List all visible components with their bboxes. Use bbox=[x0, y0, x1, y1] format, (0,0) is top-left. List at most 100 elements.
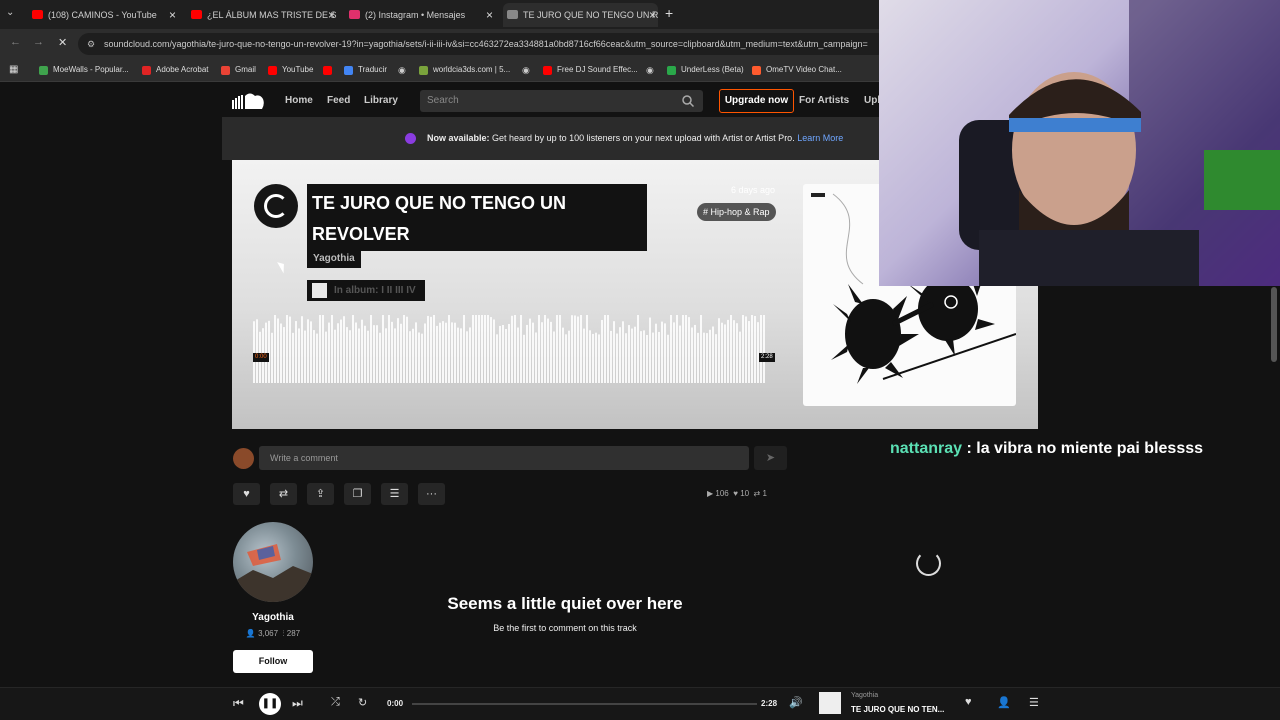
chat-message: nattanray : la vibra no miente pai bless… bbox=[890, 440, 1203, 458]
follow-button[interactable]: Follow bbox=[233, 650, 313, 673]
moewalls-icon bbox=[39, 66, 48, 75]
waveform-bar bbox=[334, 329, 336, 383]
waveform-bar bbox=[748, 321, 750, 383]
user-avatar[interactable] bbox=[233, 448, 254, 469]
tab-soundcloud[interactable]: TE JURO QUE NO TENGO UN R × bbox=[503, 3, 658, 27]
followers-count[interactable]: 3,067 bbox=[258, 629, 278, 638]
waveform-bar bbox=[589, 330, 591, 383]
genre-tag[interactable]: # Hip-hop & Rap bbox=[697, 203, 776, 221]
follow-user-icon[interactable]: 👤 bbox=[997, 696, 1011, 709]
album-thumb bbox=[312, 283, 327, 298]
tab-search-chevron-icon[interactable]: ⌄ bbox=[6, 7, 14, 18]
close-icon[interactable]: × bbox=[328, 3, 335, 27]
bookmark-ometv[interactable]: OmeTV Video Chat... bbox=[752, 59, 842, 81]
close-icon[interactable]: × bbox=[169, 3, 176, 27]
progress-bar[interactable] bbox=[412, 703, 757, 705]
now-playing-title[interactable]: TE JURO QUE NO TEN... bbox=[851, 705, 944, 714]
more-icon: ··· bbox=[426, 488, 437, 500]
waveform-bar bbox=[499, 325, 501, 383]
bookmark-worldcia3ds[interactable]: worldcia3ds.com | 5... bbox=[419, 59, 510, 81]
waveform-bar bbox=[706, 333, 708, 383]
send-icon[interactable]: ➤ bbox=[754, 446, 787, 470]
close-icon[interactable]: × bbox=[649, 3, 656, 27]
search-icon[interactable] bbox=[682, 95, 694, 107]
heart-icon[interactable]: ♥ bbox=[965, 696, 972, 708]
waveform-bar bbox=[682, 315, 684, 383]
tab-caminos-youtube[interactable]: (108) CAMINOS - YouTube × bbox=[28, 3, 178, 27]
url-field[interactable]: ⚙ soundcloud.com/yagothia/te-juro-que-no… bbox=[78, 33, 888, 55]
now-playing-artwork[interactable] bbox=[819, 692, 841, 714]
play-button[interactable] bbox=[254, 184, 298, 228]
waveform[interactable] bbox=[253, 315, 766, 383]
shuffle-icon[interactable]: ⤮ bbox=[331, 696, 340, 709]
waveform-bar bbox=[331, 315, 333, 383]
search-input[interactable]: Search bbox=[420, 90, 703, 112]
album-link[interactable]: In album: I II III IV bbox=[307, 280, 425, 301]
waveform-bar bbox=[607, 315, 609, 383]
tab-instagram[interactable]: (2) Instagram • Mensajes × bbox=[345, 3, 495, 27]
youtube-shortcut-icon[interactable] bbox=[323, 66, 332, 75]
back-icon[interactable]: ← bbox=[10, 36, 21, 48]
pause-button[interactable]: ❚❚ bbox=[259, 693, 281, 715]
learn-more-link[interactable]: Learn More bbox=[797, 133, 843, 143]
scrollbar[interactable] bbox=[1271, 287, 1277, 362]
nav-upload[interactable]: Upl bbox=[864, 95, 880, 106]
globe-icon[interactable]: ◉ bbox=[646, 59, 654, 81]
apps-grid-icon[interactable]: ▦ bbox=[9, 59, 18, 81]
bookmark-adobe-acrobat[interactable]: Adobe Acrobat bbox=[142, 59, 208, 81]
globe-icon[interactable]: ◉ bbox=[398, 59, 406, 81]
previous-icon[interactable]: ⏮ bbox=[233, 696, 244, 711]
waveform-bar bbox=[355, 322, 357, 383]
track-artist-link[interactable]: Yagothia bbox=[307, 249, 361, 268]
copy-link-button[interactable]: ❐ bbox=[344, 483, 371, 505]
site-info-icon[interactable]: ⚙ bbox=[87, 33, 95, 55]
artist-name[interactable]: Yagothia bbox=[233, 612, 313, 623]
waveform-bar bbox=[382, 315, 384, 383]
copy-link-icon: ❐ bbox=[352, 488, 363, 500]
artist-avatar[interactable] bbox=[233, 522, 313, 602]
more-button[interactable]: ··· bbox=[418, 483, 445, 505]
add-to-queue-button[interactable]: ☰ bbox=[381, 483, 408, 505]
new-tab-button[interactable]: + bbox=[665, 5, 673, 21]
forward-icon[interactable]: → bbox=[33, 36, 44, 48]
bookmark-youtube[interactable]: YouTube bbox=[268, 59, 313, 81]
upgrade-button[interactable]: Upgrade now bbox=[719, 89, 794, 113]
nav-home[interactable]: Home bbox=[285, 95, 313, 106]
waveform-bar bbox=[403, 315, 405, 383]
waveform-bar bbox=[619, 327, 621, 383]
nav-library[interactable]: Library bbox=[364, 95, 398, 106]
comment-input[interactable]: Write a comment bbox=[259, 446, 749, 470]
tab-album-youtube[interactable]: ¿EL ÁLBUM MAS TRISTE DE SUI × bbox=[187, 3, 337, 27]
bookmark-traducir[interactable]: Traducir bbox=[344, 59, 387, 81]
repost-icon: ⇄ bbox=[278, 488, 289, 500]
bookmark-moewalls[interactable]: MoeWalls - Popular... bbox=[39, 59, 129, 81]
next-icon[interactable]: ⏭ bbox=[292, 696, 303, 711]
now-playing-artist[interactable]: Yagothia bbox=[851, 692, 878, 699]
waveform-bar bbox=[598, 334, 600, 383]
like-button[interactable]: ♥ bbox=[233, 483, 260, 505]
waveform-bar bbox=[319, 315, 321, 383]
repost-button[interactable]: ⇄ bbox=[270, 483, 297, 505]
tab-label: (2) Instagram • Mensajes bbox=[365, 10, 466, 20]
soundcloud-logo-icon[interactable] bbox=[232, 92, 265, 110]
waveform-bar bbox=[391, 321, 393, 383]
bookmark-free-dj-sound-effects[interactable]: Free DJ Sound Effec... bbox=[543, 59, 638, 81]
nav-feed[interactable]: Feed bbox=[327, 95, 350, 106]
share-button[interactable]: ⇪ bbox=[307, 483, 334, 505]
queue-icon[interactable]: ☰ bbox=[1029, 696, 1039, 709]
bookmark-gmail[interactable]: Gmail bbox=[221, 59, 256, 81]
waveform-bar bbox=[688, 317, 690, 383]
volume-icon[interactable]: 🔊 bbox=[789, 696, 803, 709]
waveform-bar bbox=[340, 319, 342, 383]
bookmark-underless[interactable]: UnderLess (Beta) bbox=[667, 59, 744, 81]
waveform-bar bbox=[634, 326, 636, 383]
repeat-icon[interactable]: ↻ bbox=[358, 696, 367, 709]
reposts-count: 1 bbox=[762, 489, 767, 498]
tracks-count[interactable]: 287 bbox=[287, 629, 300, 638]
stop-loading-icon[interactable]: ✕ bbox=[58, 36, 67, 49]
globe-icon[interactable]: ◉ bbox=[522, 59, 530, 81]
waveform-bar bbox=[328, 322, 330, 383]
waveform-bar bbox=[322, 315, 324, 383]
nav-for-artists[interactable]: For Artists bbox=[799, 95, 849, 106]
close-icon[interactable]: × bbox=[486, 3, 493, 27]
